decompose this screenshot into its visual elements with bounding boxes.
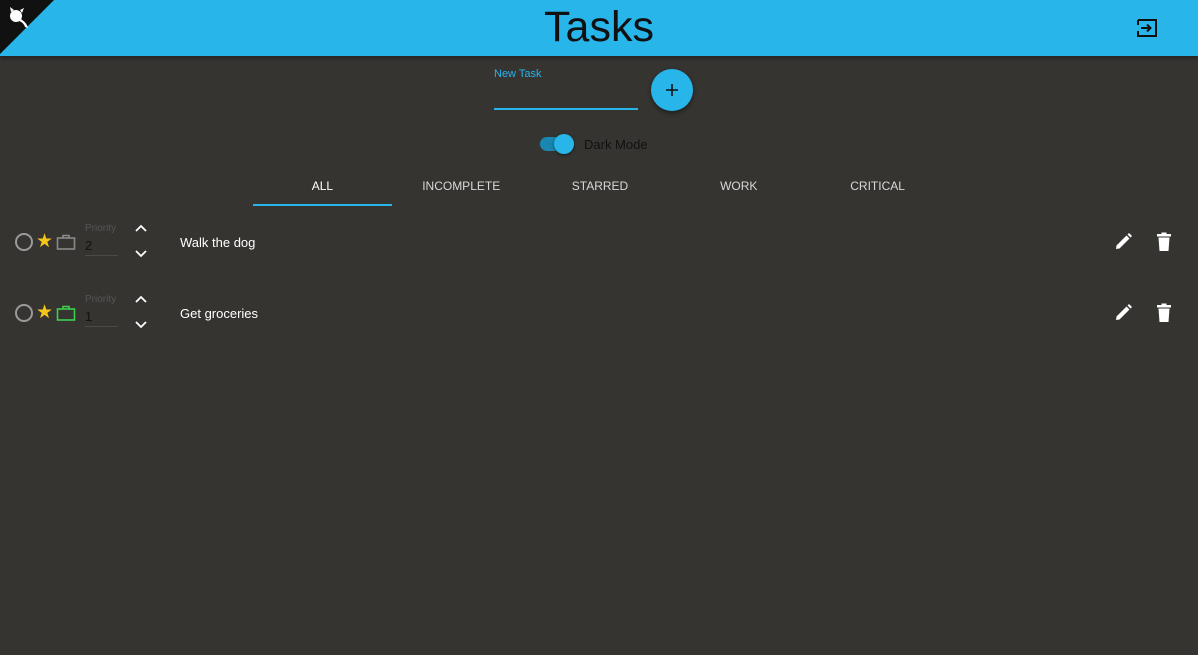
exit-to-app-icon [1137,19,1157,37]
new-task-label: New Task [494,68,542,80]
trash-icon[interactable] [1155,303,1173,323]
trash-icon[interactable] [1155,232,1173,252]
logout-button[interactable] [1135,16,1159,40]
app-header: Tasks [0,0,1198,56]
toggle-thumb [554,134,574,154]
new-task-input[interactable] [494,86,638,110]
briefcase-icon[interactable] [56,304,76,322]
pencil-icon[interactable] [1113,303,1133,323]
plus-icon [666,84,678,96]
pencil-icon[interactable] [1113,232,1133,252]
complete-toggle-circle-outline-icon[interactable] [15,233,33,251]
dark-mode-label: Dark Mode [584,136,648,152]
tab-work[interactable]: WORK [669,168,808,206]
dark-mode-toggle[interactable] [540,134,574,154]
new-task-field: New Task [494,68,638,111]
star-icon[interactable]: ★ [36,232,53,252]
chevron-up-icon[interactable] [133,294,149,306]
add-task-button[interactable] [651,69,693,111]
chevron-up-icon[interactable] [133,223,149,235]
tab-incomplete[interactable]: INCOMPLETE [392,168,531,206]
tab-critical[interactable]: CRITICAL [808,168,947,206]
star-icon[interactable]: ★ [36,303,53,323]
dark-mode-control: Dark Mode [540,134,648,154]
complete-toggle-circle-outline-icon[interactable] [15,304,33,322]
task-row: ★ Priority Walk the dog [0,217,1198,267]
briefcase-icon[interactable] [56,233,76,251]
task-row: ★ Priority Get groceries [0,288,1198,338]
tab-all[interactable]: ALL [253,168,392,206]
task-text: Walk the dog [180,235,256,250]
priority-label: Priority [85,294,117,305]
page-title: Tasks [544,3,654,51]
chevron-down-icon[interactable] [133,318,149,330]
filter-tabs: ALL INCOMPLETE STARRED WORK CRITICAL [253,168,947,206]
priority-input[interactable] [85,307,118,327]
priority-label: Priority [85,223,117,234]
priority-input[interactable] [85,236,118,256]
tab-starred[interactable]: STARRED [531,168,670,206]
chevron-down-icon[interactable] [133,247,149,259]
task-text: Get groceries [180,306,259,321]
